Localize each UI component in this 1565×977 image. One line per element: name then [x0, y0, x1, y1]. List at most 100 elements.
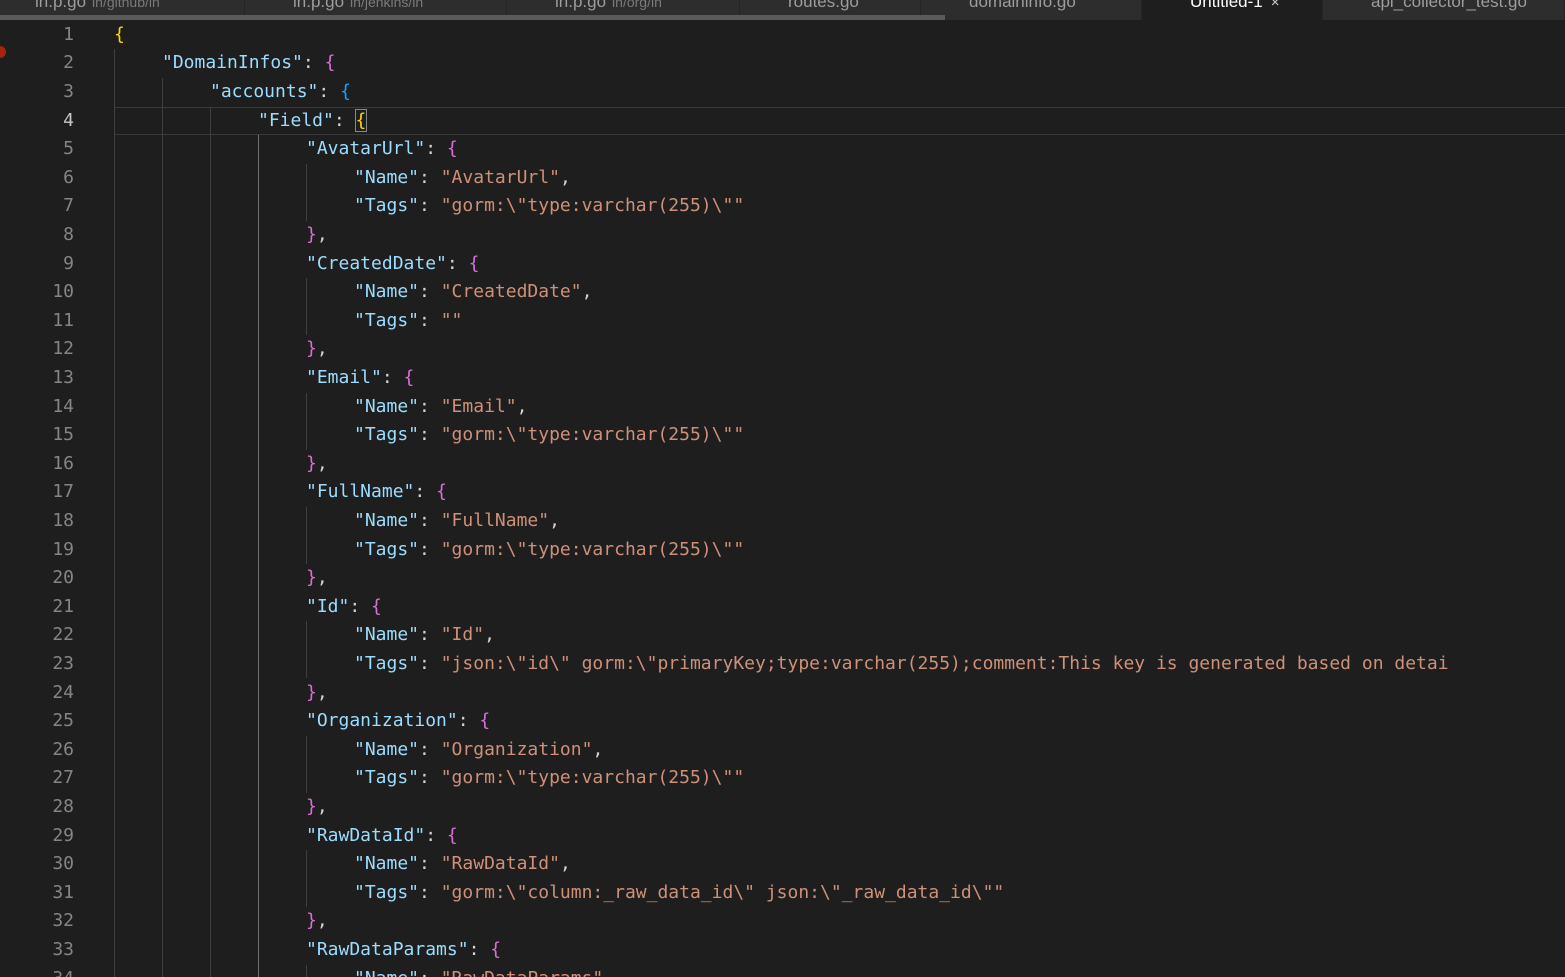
code-token: { [479, 710, 491, 732]
line-number: 24 [52, 681, 74, 703]
indent-guide [306, 964, 307, 977]
indent-guide [306, 163, 307, 221]
code-line[interactable]: 27 "Tags": "gorm:\"type:varchar(255)\"" [0, 764, 1565, 793]
code-area: "Organization": { [114, 707, 1565, 736]
code-token: { [403, 366, 415, 388]
line-number: 8 [63, 223, 74, 245]
code-token: } [306, 452, 317, 474]
code-line[interactable]: 32}, [0, 907, 1565, 936]
code-token: "Tags" [354, 309, 420, 331]
line-number: 5 [63, 138, 74, 160]
code-line[interactable]: 20}, [0, 564, 1565, 593]
line-number: 2 [63, 52, 74, 74]
code-line[interactable]: 19 "Tags": "gorm:\"type:varchar(255)\"" [0, 536, 1565, 565]
code-line[interactable]: 34 "Name": "RawDataParams", [0, 965, 1565, 977]
code-line[interactable]: 30 "Name": "RawDataId", [0, 850, 1565, 879]
code-token: "FullName" [306, 481, 415, 503]
code-line[interactable]: 31 "Tags": "gorm:\"column:_raw_data_id\" … [0, 879, 1565, 908]
indent-guide [306, 621, 307, 679]
code-area: "RawDataId": { [114, 822, 1565, 851]
code-token: : [419, 395, 441, 417]
code-line[interactable]: 9 "CreatedDate": { [0, 250, 1565, 279]
code-token: : [419, 652, 441, 674]
code-line[interactable]: 21 "Id": { [0, 593, 1565, 622]
code-line[interactable]: 14 "Name": "Email", [0, 393, 1565, 422]
code-line[interactable]: 2 "DomainInfos": { [0, 49, 1565, 78]
code-text: "Id": { [306, 593, 382, 622]
code-line[interactable]: 15 "Tags": "gorm:\"type:varchar(255)\"" [0, 421, 1565, 450]
code-area: "FullName": { [114, 478, 1565, 507]
code-editor[interactable]: 1{2 "DomainInfos": {3 "accounts": {4 "Field… [0, 20, 1565, 977]
tab-path: in/org/in [612, 0, 662, 10]
code-line[interactable]: 6 "Name": "AvatarUrl", [0, 164, 1565, 193]
code-token: , [316, 795, 328, 817]
code-line[interactable]: 5 "AvatarUrl": { [0, 135, 1565, 164]
code-text: "Tags": "json:\"id\" gorm:\"primaryKey;t… [354, 650, 1449, 679]
code-token: "AvatarUrl" [306, 138, 426, 160]
code-text: "Name": "Id", [354, 621, 495, 650]
code-token: "Tags" [354, 652, 420, 674]
indent-guide [162, 77, 163, 977]
tab-label: in.p.go [293, 0, 345, 11]
code-area: "AvatarUrl": { [114, 135, 1565, 164]
code-line[interactable]: 11 "Tags": "" [0, 307, 1565, 336]
code-text: "Tags": "gorm:\"type:varchar(255)\"" [354, 421, 744, 450]
code-token: : [419, 881, 441, 903]
code-token: "RawDataParams" [306, 938, 469, 960]
code-area: "Tags": "gorm:\"type:varchar(255)\"" [114, 536, 1565, 565]
code-token: , [316, 910, 328, 932]
code-line[interactable]: 16}, [0, 450, 1565, 479]
code-token: "Tags" [354, 767, 420, 789]
code-token: : [457, 710, 480, 732]
code-text: "CreatedDate": { [306, 250, 479, 279]
code-token: "gorm:\"type:varchar(255)\"" [440, 424, 745, 446]
code-token: { [340, 80, 351, 102]
code-line[interactable]: 3 "accounts": { [0, 78, 1565, 107]
code-line[interactable]: 8}, [0, 221, 1565, 250]
code-text: }, [306, 793, 328, 822]
code-token: "Name" [354, 624, 420, 646]
code-token: "Id" [306, 595, 350, 617]
code-line[interactable]: 17 "FullName": { [0, 478, 1565, 507]
code-area: "Email": { [114, 364, 1565, 393]
code-line[interactable]: 12}, [0, 335, 1565, 364]
code-line[interactable]: 28}, [0, 793, 1565, 822]
line-number: 29 [52, 824, 74, 846]
code-line[interactable]: 23 "Tags": "json:\"id\" gorm:\"primaryKey… [0, 650, 1565, 679]
tab-bar: in.p.go in/github/in in.p.go in/jenkins/in i… [0, 0, 1565, 20]
tab-7[interactable]: api_collector_test.go [1323, 0, 1565, 20]
code-token: , [316, 223, 328, 245]
code-line[interactable]: 25 "Organization": { [0, 707, 1565, 736]
tab-6[interactable]: Untitled-1 × [1142, 0, 1323, 20]
code-area: "Name": "Organization", [114, 736, 1565, 765]
line-number: 25 [52, 710, 74, 732]
code-line[interactable]: 29 "RawDataId": { [0, 822, 1565, 851]
code-line[interactable]: 24}, [0, 679, 1565, 708]
code-line[interactable]: 7 "Tags": "gorm:\"type:varchar(255)\"" [0, 192, 1565, 221]
code-line[interactable]: 33 "RawDataParams": { [0, 936, 1565, 965]
line-number: 18 [52, 509, 74, 531]
code-line[interactable]: 1{ [0, 21, 1565, 50]
code-line[interactable]: 18 "Name": "FullName", [0, 507, 1565, 536]
code-token: "Tags" [354, 424, 420, 446]
code-line[interactable]: 22 "Name": "Id", [0, 621, 1565, 650]
tab-5[interactable]: domaininfo.go [921, 0, 1142, 20]
line-number: 16 [52, 452, 74, 474]
code-token: : [419, 624, 441, 646]
code-token: , [559, 166, 571, 188]
code-line[interactable]: 26 "Name": "Organization", [0, 736, 1565, 765]
code-text: "RawDataParams": { [306, 936, 501, 965]
code-line[interactable]: 13 "Email": { [0, 364, 1565, 393]
code-token: , [316, 681, 328, 703]
code-area: "Tags": "" [114, 307, 1565, 336]
editor-window: in.p.go in/github/in in.p.go in/jenkins/in i… [0, 0, 1565, 977]
code-token: "RawDataId" [440, 853, 560, 875]
code-token: : [468, 938, 491, 960]
close-icon[interactable]: × [1271, 0, 1280, 11]
code-line[interactable]: 10 "Name": "CreatedDate", [0, 278, 1565, 307]
code-token: "gorm:\"type:varchar(255)\"" [440, 195, 745, 217]
code-line[interactable]: 4 "Field": { [0, 107, 1565, 136]
code-token: : [419, 853, 441, 875]
code-text: "DomainInfos": { [162, 49, 335, 78]
code-area: { [114, 21, 1565, 50]
